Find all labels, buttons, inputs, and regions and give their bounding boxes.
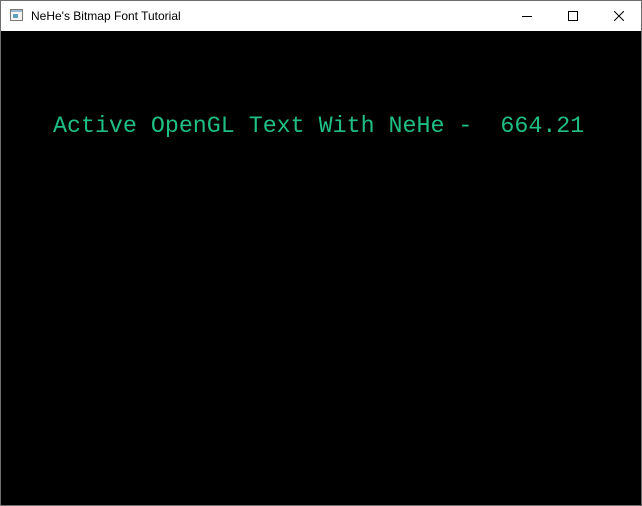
maximize-icon xyxy=(568,11,578,21)
window-title: NeHe's Bitmap Font Tutorial xyxy=(31,9,181,23)
minimize-button[interactable] xyxy=(504,1,550,31)
app-window: NeHe's Bitmap Font Tutorial Active OpenG… xyxy=(0,0,642,506)
opengl-text-line: Active OpenGL Text With NeHe - 664.21 xyxy=(53,113,585,139)
title-bar[interactable]: NeHe's Bitmap Font Tutorial xyxy=(1,1,641,31)
close-button[interactable] xyxy=(596,1,641,31)
application-window-icon[interactable] xyxy=(10,9,23,21)
minimize-icon xyxy=(522,16,532,17)
opengl-viewport[interactable]: Active OpenGL Text With NeHe - 664.21 xyxy=(1,31,641,505)
close-icon xyxy=(614,11,624,21)
maximize-button[interactable] xyxy=(550,1,596,31)
